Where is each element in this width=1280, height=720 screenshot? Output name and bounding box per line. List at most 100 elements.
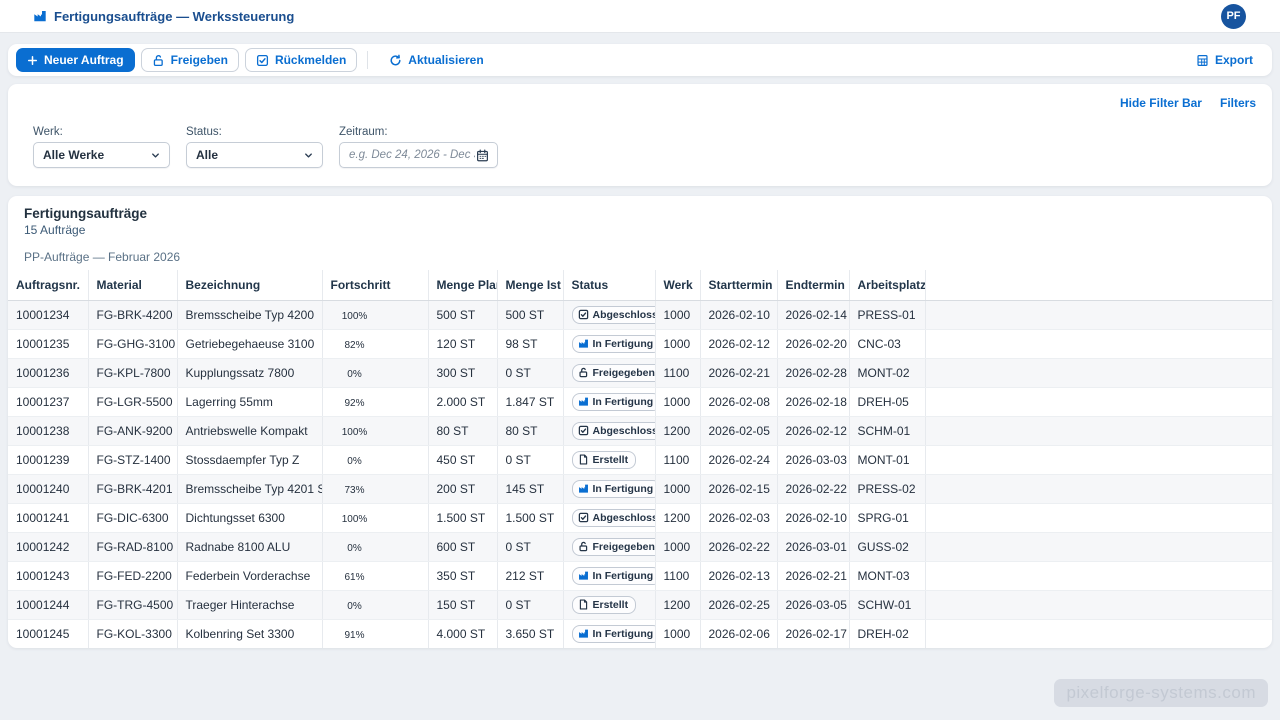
status-cell: Abgeschlossen — [563, 300, 655, 329]
unlock-icon — [578, 367, 589, 378]
status-label: Abgeschlossen — [593, 309, 656, 321]
filler-cell — [925, 300, 1272, 329]
release-button[interactable]: Freigeben — [141, 48, 239, 72]
workcenter-cell: MONT-02 — [849, 358, 925, 387]
new-order-button[interactable]: Neuer Auftrag — [16, 48, 135, 72]
description-cell: Dichtungsset 6300 — [177, 503, 322, 532]
table-row[interactable]: 10001242FG-RAD-8100Radnabe 8100 ALU0%600… — [8, 532, 1272, 561]
description-cell: Getriebegehaeuse 3100 — [177, 329, 322, 358]
workcenter-cell: PRESS-02 — [849, 474, 925, 503]
zeitraum-field: Zeitraum: — [339, 126, 498, 168]
qty-actual-cell: 3.650 ST — [497, 619, 563, 648]
table-row[interactable]: 10001238FG-ANK-9200Antriebswelle Kompakt… — [8, 416, 1272, 445]
end-date-cell: 2026-03-05 — [777, 590, 849, 619]
table-row[interactable]: 10001240FG-BRK-4201Bremsscheibe Typ 4201… — [8, 474, 1272, 503]
confirm-button[interactable]: Rückmelden — [245, 48, 357, 72]
export-button[interactable]: Export — [1185, 48, 1264, 72]
order-number-cell: 10001243 — [8, 561, 88, 590]
qty-actual-cell: 80 ST — [497, 416, 563, 445]
plant-cell: 1200 — [655, 416, 700, 445]
table-row[interactable]: 10001244FG-TRG-4500Traeger Hinterachse0%… — [8, 590, 1272, 619]
checkbox-check-icon — [578, 512, 589, 523]
status-label: Erstellt — [593, 454, 629, 466]
hide-filter-bar-link[interactable]: Hide Filter Bar — [1120, 96, 1202, 110]
column-header[interactable]: Auftragsnr. — [8, 270, 88, 300]
checkbox-check-icon — [578, 425, 589, 436]
column-header[interactable]: Menge Ist — [497, 270, 563, 300]
column-header[interactable]: Material — [88, 270, 177, 300]
status-cell: Erstellt — [563, 590, 655, 619]
plant-cell: 1000 — [655, 532, 700, 561]
workcenter-cell: DREH-05 — [849, 387, 925, 416]
status-label: In Fertigung — [593, 396, 654, 408]
status-badge: In Fertigung — [572, 480, 656, 498]
progress-value: 100% — [331, 427, 379, 438]
column-header[interactable]: Bezeichnung — [177, 270, 322, 300]
column-header[interactable]: Fortschritt — [322, 270, 428, 300]
column-header[interactable]: Werk — [655, 270, 700, 300]
zeitraum-input[interactable] — [349, 149, 475, 161]
status-label: In Fertigung — [593, 338, 654, 350]
column-header[interactable]: Endtermin — [777, 270, 849, 300]
column-header[interactable]: Arbeitsplatz — [849, 270, 925, 300]
progress-value: 73% — [331, 485, 379, 496]
order-number-cell: 10001241 — [8, 503, 88, 532]
status-label: Freigegeben — [593, 367, 655, 379]
table-row[interactable]: 10001235FG-GHG-3100Getriebegehaeuse 3100… — [8, 329, 1272, 358]
refresh-label: Aktualisieren — [408, 53, 483, 67]
filler-cell — [925, 532, 1272, 561]
table-row[interactable]: 10001245FG-KOL-3300Kolbenring Set 330091… — [8, 619, 1272, 648]
refresh-button[interactable]: Aktualisieren — [378, 48, 494, 72]
calendar-icon[interactable] — [476, 149, 489, 162]
workcenter-cell: CNC-03 — [849, 329, 925, 358]
confirm-label: Rückmelden — [275, 53, 346, 67]
order-number-cell: 10001234 — [8, 300, 88, 329]
filters-link[interactable]: Filters — [1220, 96, 1256, 110]
table-row[interactable]: 10001237FG-LGR-5500Lagerring 55mm92%2.00… — [8, 387, 1272, 416]
status-badge: Abgeschlossen — [572, 306, 656, 324]
column-header[interactable]: Starttermin — [700, 270, 777, 300]
status-cell: In Fertigung — [563, 561, 655, 590]
end-date-cell: 2026-02-28 — [777, 358, 849, 387]
table-subtitle: PP-Aufträge — Februar 2026 — [24, 250, 1256, 264]
column-header[interactable]: Status — [563, 270, 655, 300]
app-header: Fertigungsaufträge — Werkssteuerung PF — [0, 0, 1280, 33]
workcenter-cell: PRESS-01 — [849, 300, 925, 329]
status-badge: In Fertigung — [572, 625, 656, 643]
table-row[interactable]: 10001243FG-FED-2200Federbein Vorderachse… — [8, 561, 1272, 590]
unlock-icon — [152, 54, 165, 67]
werk-select[interactable]: Alle Werke — [33, 142, 170, 168]
end-date-cell: 2026-02-10 — [777, 503, 849, 532]
table-row[interactable]: 10001236FG-KPL-7800Kupplungssatz 78000%3… — [8, 358, 1272, 387]
chevron-down-icon — [150, 150, 161, 161]
column-header[interactable]: Menge Plan — [428, 270, 497, 300]
material-cell: FG-KOL-3300 — [88, 619, 177, 648]
filler-cell — [925, 329, 1272, 358]
end-date-cell: 2026-02-12 — [777, 416, 849, 445]
refresh-icon — [389, 54, 402, 67]
checkbox-check-icon — [256, 54, 269, 67]
progress-value: 0% — [331, 543, 379, 554]
status-cell: In Fertigung — [563, 619, 655, 648]
filler-cell — [925, 358, 1272, 387]
material-cell: FG-RAD-8100 — [88, 532, 177, 561]
progress-cell: 92% — [322, 387, 428, 416]
unlock-icon — [578, 541, 589, 552]
qty-plan-cell: 2.000 ST — [428, 387, 497, 416]
material-cell: FG-BRK-4201 — [88, 474, 177, 503]
filler-cell — [925, 416, 1272, 445]
status-select[interactable]: Alle — [186, 142, 323, 168]
table-row[interactable]: 10001239FG-STZ-1400Stossdaempfer Typ Z0%… — [8, 445, 1272, 474]
user-avatar[interactable]: PF — [1221, 4, 1246, 29]
action-toolbar: Neuer Auftrag Freigeben Rückmelden Aktua… — [8, 44, 1272, 76]
workcenter-cell: MONT-03 — [849, 561, 925, 590]
workcenter-cell: DREH-02 — [849, 619, 925, 648]
qty-plan-cell: 300 ST — [428, 358, 497, 387]
material-cell: FG-TRG-4500 — [88, 590, 177, 619]
status-label: Abgeschlossen — [593, 425, 656, 437]
progress-value: 0% — [331, 456, 379, 467]
table-row[interactable]: 10001241FG-DIC-6300Dichtungsset 6300100%… — [8, 503, 1272, 532]
table-row[interactable]: 10001234FG-BRK-4200Bremsscheibe Typ 4200… — [8, 300, 1272, 329]
start-date-cell: 2026-02-03 — [700, 503, 777, 532]
end-date-cell: 2026-02-21 — [777, 561, 849, 590]
